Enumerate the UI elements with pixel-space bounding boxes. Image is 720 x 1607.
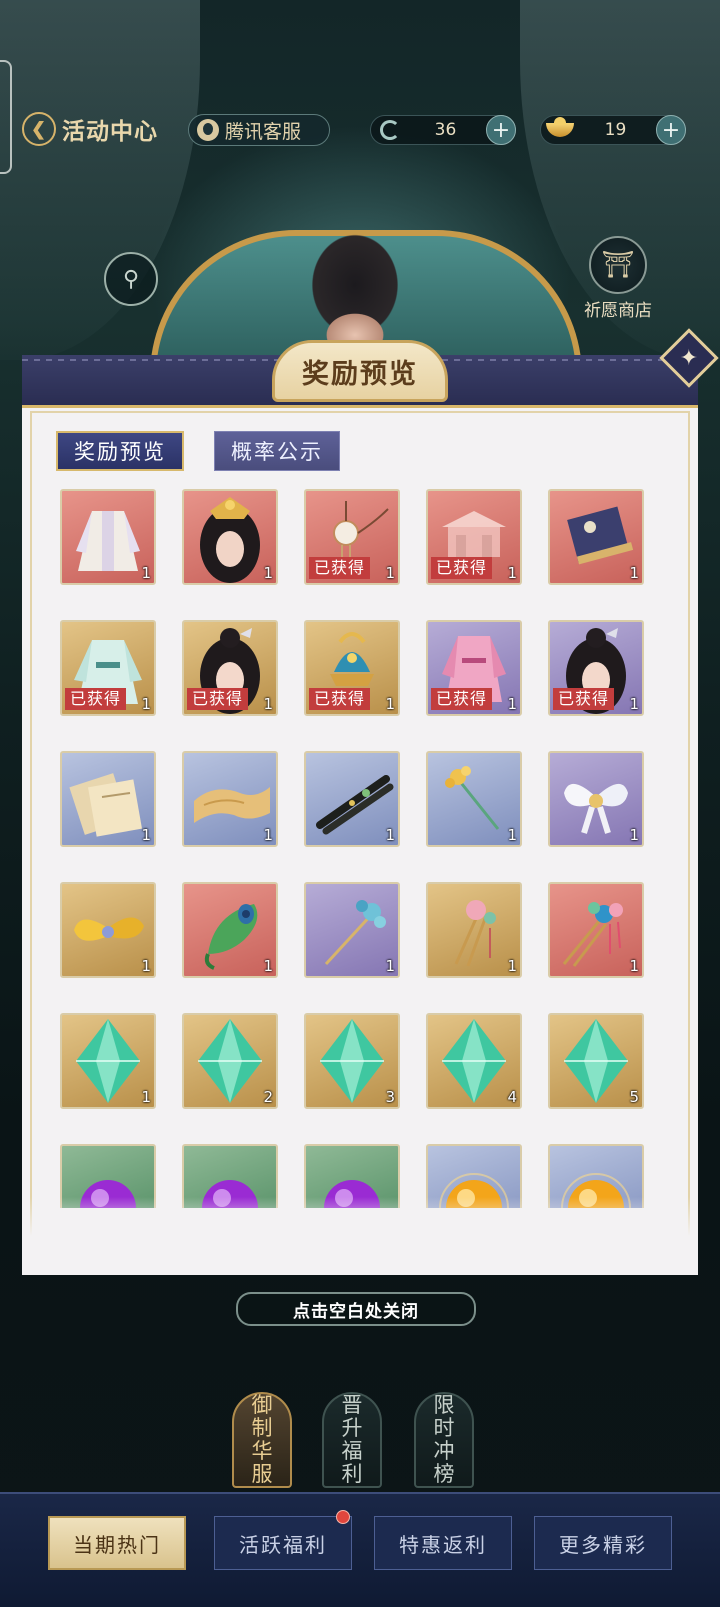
item-count: 1 bbox=[629, 564, 639, 582]
item-count: 3 bbox=[385, 1088, 395, 1106]
item-count: 1 bbox=[141, 957, 151, 975]
owned-badge: 已获得 bbox=[309, 557, 371, 579]
reward-item[interactable]: 1 bbox=[548, 882, 644, 978]
item-count: 1 bbox=[385, 695, 395, 713]
item-count: 1 bbox=[263, 826, 273, 844]
back-arrow-icon: ❮ bbox=[22, 112, 56, 146]
add-ingot-button[interactable]: + bbox=[656, 115, 686, 145]
close-icon: ✦ bbox=[679, 345, 699, 371]
item-count: 2 bbox=[263, 1088, 273, 1106]
customer-service-label: 腾讯客服 bbox=[225, 120, 302, 143]
bottom-nav: 当期热门 活跃福利 特惠返利 更多精彩 bbox=[0, 1492, 720, 1607]
tab-probability[interactable]: 概率公示 bbox=[214, 431, 340, 471]
magnifier-icon[interactable]: ⚲ bbox=[104, 252, 158, 306]
tab-reward-preview[interactable]: 奖励预览 bbox=[56, 431, 184, 471]
reward-item[interactable]: 3 bbox=[304, 1013, 400, 1109]
notification-dot bbox=[336, 1510, 350, 1524]
reward-item[interactable]: 1 bbox=[304, 751, 400, 847]
grid-fade bbox=[22, 1197, 698, 1275]
item-count: 1 bbox=[263, 564, 273, 582]
reward-item[interactable]: 1 bbox=[60, 882, 156, 978]
item-count: 1 bbox=[141, 826, 151, 844]
reward-item[interactable]: 1 bbox=[60, 751, 156, 847]
shop-pavilion-icon: ⛩ bbox=[589, 236, 647, 294]
gold-ingot-icon bbox=[545, 117, 575, 141]
owned-badge: 已获得 bbox=[553, 688, 615, 710]
owned-badge: 已获得 bbox=[431, 557, 493, 579]
item-count: 4 bbox=[507, 1088, 517, 1106]
currency-stamina: 36 + bbox=[370, 115, 516, 145]
reward-item[interactable]: 2 bbox=[182, 1013, 278, 1109]
modal-title: 奖励预览 bbox=[272, 340, 448, 402]
currency-stamina-value: 36 bbox=[434, 120, 457, 140]
reward-item[interactable]: 已获得 1 bbox=[304, 620, 400, 716]
reward-item[interactable]: 1 bbox=[182, 751, 278, 847]
reward-item[interactable]: 1 bbox=[426, 751, 522, 847]
item-count: 1 bbox=[141, 1088, 151, 1106]
reward-item[interactable]: 已获得 1 bbox=[304, 489, 400, 585]
reward-item[interactable]: 1 bbox=[548, 489, 644, 585]
item-count: 1 bbox=[263, 695, 273, 713]
item-count: 1 bbox=[629, 957, 639, 975]
reward-item[interactable]: 5 bbox=[548, 1013, 644, 1109]
add-stamina-button[interactable]: + bbox=[486, 115, 516, 145]
refresh-currency-icon bbox=[375, 119, 405, 141]
item-count: 1 bbox=[629, 695, 639, 713]
reward-item[interactable]: 4 bbox=[426, 1013, 522, 1109]
item-count: 1 bbox=[141, 695, 151, 713]
item-count: 1 bbox=[507, 826, 517, 844]
owned-badge: 已获得 bbox=[65, 688, 127, 710]
reward-grid[interactable]: 1 1 已获得 1 已获得 1 1 已获得 1 已获得 1 已获得 1 已获得 1 已获得 1 1 1 1 1 1 1 1 1 1… bbox=[22, 485, 698, 1208]
nav-active-benefits[interactable]: 活跃福利 bbox=[214, 1516, 352, 1570]
character-figure bbox=[295, 225, 415, 355]
back-button-label: 活动中心 bbox=[62, 118, 158, 145]
reward-item[interactable]: 1 bbox=[60, 489, 156, 585]
currency-ingot: 19 + bbox=[540, 115, 686, 145]
side-tab-imperial-costume[interactable]: 御制华服 bbox=[232, 1392, 292, 1488]
reward-item[interactable]: 已获得 1 bbox=[182, 620, 278, 716]
customer-service-button[interactable]: 腾讯客服 bbox=[188, 114, 330, 146]
item-count: 1 bbox=[507, 695, 517, 713]
wish-shop-button[interactable]: ⛩ 祈愿商店 bbox=[582, 236, 654, 321]
owned-badge: 已获得 bbox=[431, 688, 493, 710]
item-count: 1 bbox=[385, 826, 395, 844]
back-button[interactable]: ❮ 活动中心 bbox=[22, 110, 172, 148]
close-hint[interactable]: 点击空白处关闭 bbox=[236, 1292, 476, 1326]
side-tab-promotion-benefits[interactable]: 晋升福利 bbox=[322, 1392, 382, 1488]
nav-rebates[interactable]: 特惠返利 bbox=[374, 1516, 512, 1570]
reward-item[interactable]: 已获得 1 bbox=[426, 620, 522, 716]
reward-item[interactable]: 1 bbox=[548, 751, 644, 847]
reward-item[interactable]: 1 bbox=[304, 882, 400, 978]
reward-item[interactable]: 1 bbox=[182, 489, 278, 585]
reward-item[interactable]: 1 bbox=[60, 1013, 156, 1109]
reward-item[interactable]: 已获得 1 bbox=[548, 620, 644, 716]
item-count: 1 bbox=[629, 826, 639, 844]
reward-item[interactable]: 1 bbox=[182, 882, 278, 978]
top-bar: ❮ 活动中心 腾讯客服 36 + 19 + bbox=[0, 108, 720, 152]
owned-badge: 已获得 bbox=[187, 688, 249, 710]
currency-ingot-value: 19 bbox=[604, 120, 627, 140]
item-count: 1 bbox=[263, 957, 273, 975]
reward-item[interactable]: 1 bbox=[426, 882, 522, 978]
side-tab-ranking[interactable]: 限时冲榜 bbox=[414, 1392, 474, 1488]
nav-more[interactable]: 更多精彩 bbox=[534, 1516, 672, 1570]
reward-item[interactable]: 已获得 1 bbox=[60, 620, 156, 716]
nav-current-hot[interactable]: 当期热门 bbox=[48, 1516, 186, 1570]
wish-shop-label: 祈愿商店 bbox=[584, 301, 652, 321]
item-count: 1 bbox=[385, 564, 395, 582]
item-count: 1 bbox=[507, 564, 517, 582]
item-count: 5 bbox=[629, 1088, 639, 1106]
owned-badge: 已获得 bbox=[309, 688, 371, 710]
item-count: 1 bbox=[385, 957, 395, 975]
reward-preview-modal: 奖励预览 奖励预览 概率公示 1 1 已获得 1 已获得 1 1 已获得 1 已获得 1 已获得 1 已获… bbox=[22, 340, 698, 1275]
penguin-icon bbox=[197, 119, 219, 141]
item-count: 1 bbox=[141, 564, 151, 582]
item-count: 1 bbox=[507, 957, 517, 975]
reward-item[interactable]: 已获得 1 bbox=[426, 489, 522, 585]
